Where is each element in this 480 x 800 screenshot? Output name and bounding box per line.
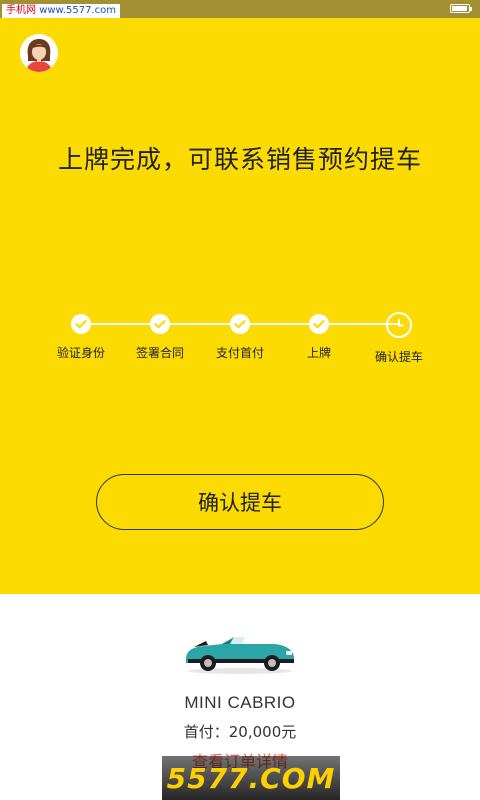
step-license-plate-check-icon bbox=[309, 314, 329, 334]
watermark-site-name: 手机网 bbox=[6, 5, 36, 16]
status-headline: 上牌完成，可联系销售预约提车 bbox=[57, 145, 422, 174]
confirm-pickup-button[interactable]: 确认提车 bbox=[96, 474, 384, 530]
step-label: 支付首付 bbox=[215, 346, 264, 360]
step-label: 确认提车 bbox=[374, 350, 423, 364]
watermark-site-url: www.5577.com bbox=[39, 5, 116, 16]
step-verify-identity-check-icon bbox=[71, 314, 91, 334]
down-payment-amount: 首付：20,000元 bbox=[183, 723, 297, 741]
step-down-payment-check-icon bbox=[230, 314, 250, 334]
step-label: 签署合同 bbox=[135, 346, 184, 360]
step-label: 验证身份 bbox=[56, 346, 105, 360]
car-model-name: MINI CABRIO bbox=[184, 693, 296, 712]
battery-icon bbox=[450, 4, 472, 13]
site-watermark-bottom: 5577.COM bbox=[162, 756, 340, 800]
site-watermark-top: 手机网 www.5577.com bbox=[2, 4, 120, 18]
advisor-avatar-icon[interactable] bbox=[20, 34, 58, 72]
step-label: 上牌 bbox=[306, 346, 331, 360]
step-sign-contract-check-icon bbox=[150, 314, 170, 334]
mini-cabrio-car-icon bbox=[182, 625, 298, 675]
watermark-logo-text: 5577.COM bbox=[166, 762, 336, 795]
status-bar: 手机网 www.5577.com bbox=[0, 0, 480, 18]
step-confirm-pickup-clock-icon bbox=[386, 312, 412, 338]
